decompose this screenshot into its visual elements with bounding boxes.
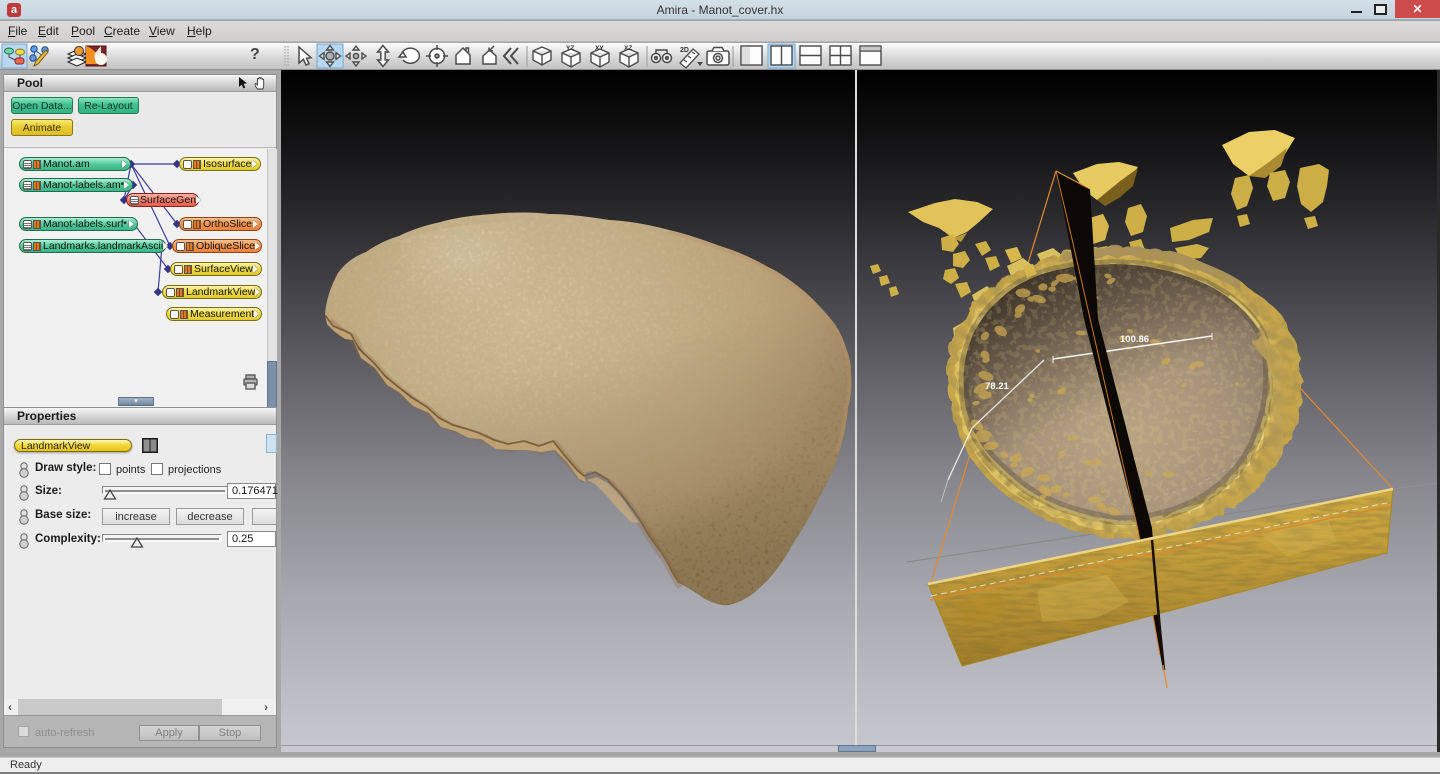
svg-text:2D: 2D	[680, 47, 689, 54]
svg-text:100.86: 100.86	[1120, 334, 1149, 345]
svg-text:78.21: 78.21	[985, 381, 1009, 392]
svg-text:XY: XY	[595, 45, 604, 52]
svg-text:XZ: XZ	[624, 45, 632, 52]
svg-text:YZ: YZ	[566, 45, 574, 52]
